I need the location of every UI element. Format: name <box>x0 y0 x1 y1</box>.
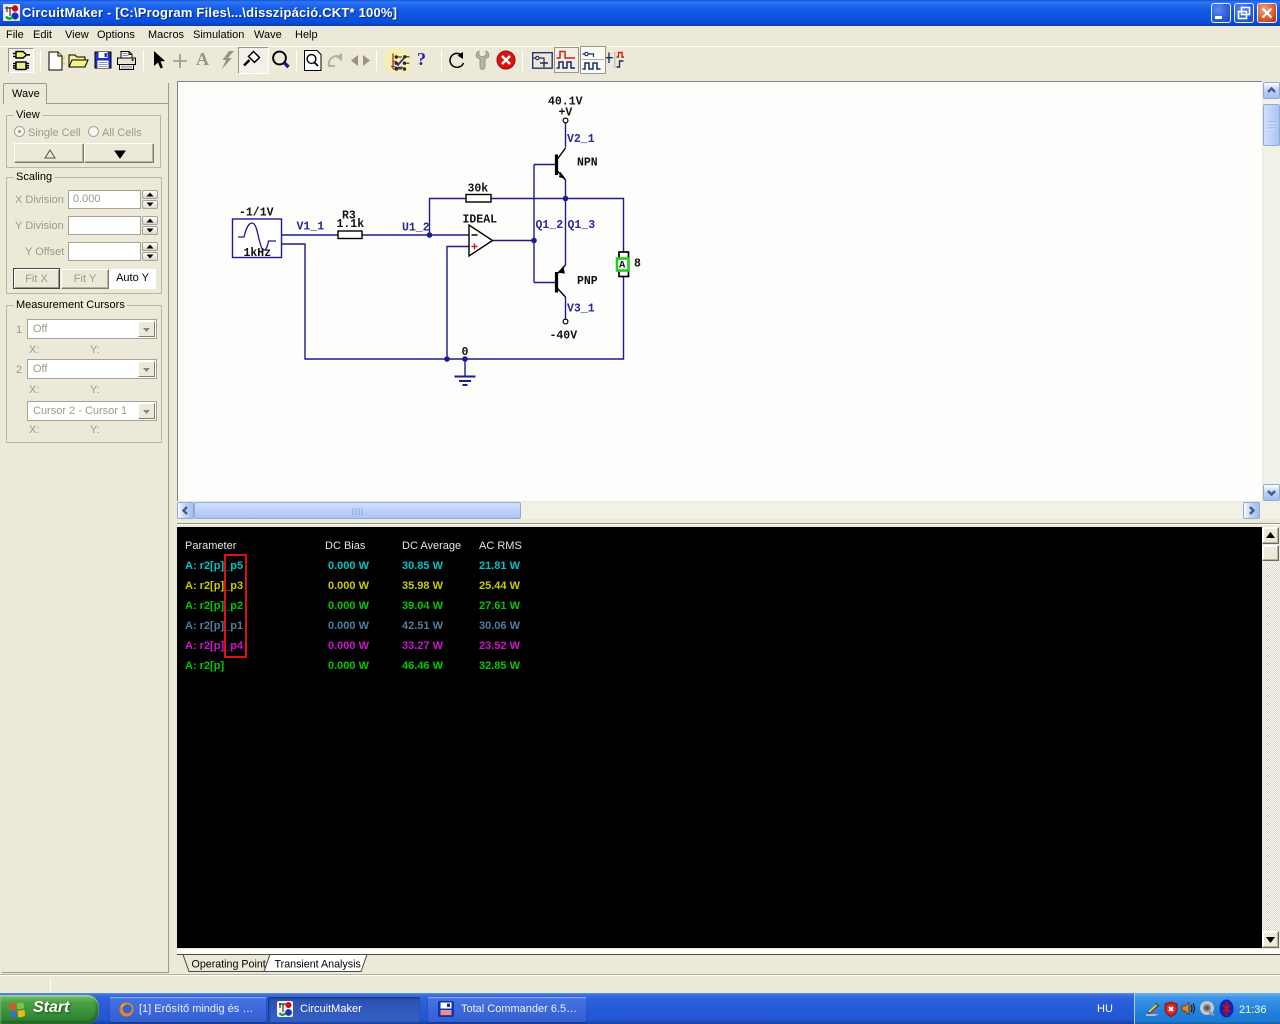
svg-text:V1_1: V1_1 <box>297 221 325 234</box>
svg-text:A: A <box>619 260 626 272</box>
svg-text:V2_1: V2_1 <box>567 133 595 146</box>
svg-text:PNP: PNP <box>577 275 598 288</box>
svg-text:IDEAL: IDEAL <box>463 214 498 227</box>
svg-text:1kHz: 1kHz <box>244 247 272 260</box>
svg-text:Q1_3: Q1_3 <box>568 219 596 232</box>
svg-text:V3_1: V3_1 <box>567 303 595 316</box>
svg-text:U1_2: U1_2 <box>402 222 430 235</box>
svg-text:-1/1V: -1/1V <box>239 207 274 220</box>
svg-text:Transient Analysis: Transient Analysis <box>275 959 361 971</box>
svg-text:0: 0 <box>462 346 469 359</box>
svg-text:Operating Point: Operating Point <box>192 959 266 971</box>
svg-text:30k: 30k <box>468 183 489 196</box>
svg-text:1.1k: 1.1k <box>337 218 365 231</box>
svg-text:8: 8 <box>634 258 641 271</box>
svg-text:NPN: NPN <box>577 157 598 170</box>
svg-text:+V: +V <box>559 107 573 120</box>
svg-text:Q1_2: Q1_2 <box>536 219 564 232</box>
svg-text:-40V: -40V <box>550 330 578 343</box>
